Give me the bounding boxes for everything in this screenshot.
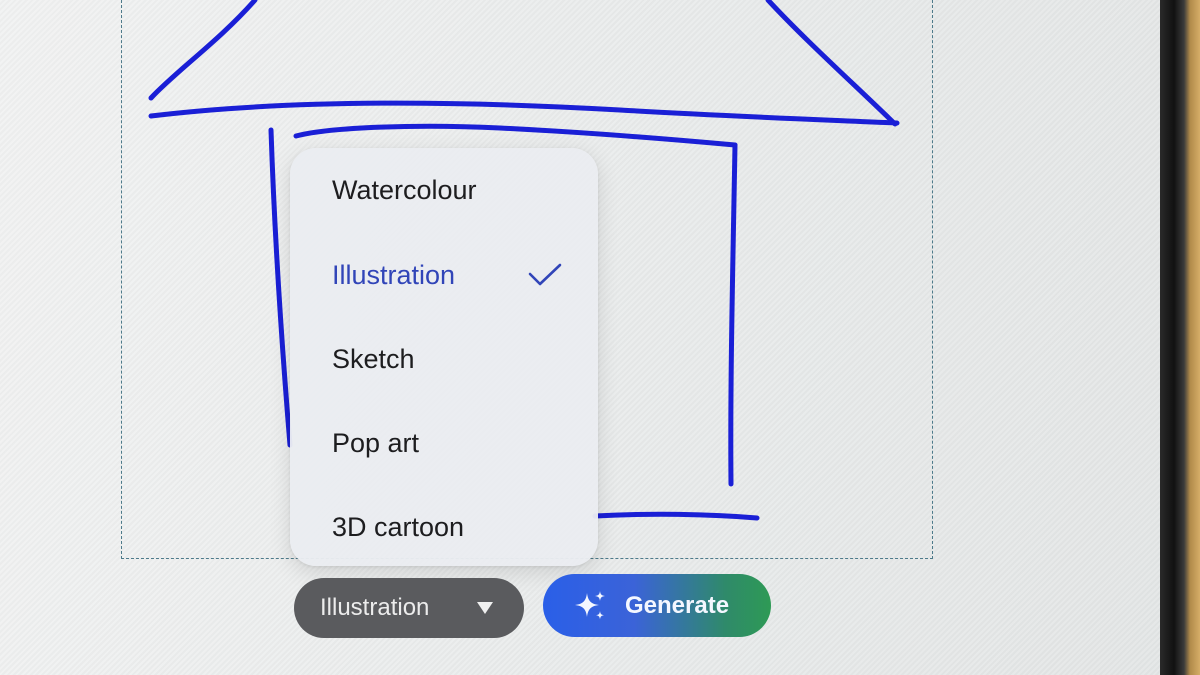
style-dropdown-button[interactable]: Illustration (294, 578, 524, 638)
roof-left-stroke (148, 0, 258, 101)
dropdown-arrow-icon (477, 602, 493, 614)
wall-top-stroke (293, 123, 738, 148)
wall-left-stroke (268, 127, 293, 448)
menu-item-watercolour[interactable]: Watercolour (332, 160, 562, 220)
roof-base-stroke (148, 100, 900, 126)
check-icon (528, 263, 562, 286)
menu-item-label: Illustration (332, 259, 456, 290)
menu-item-label: 3D cartoon (332, 511, 465, 542)
menu-item-label: Sketch (332, 343, 415, 374)
style-dropdown-value: Illustration (320, 594, 430, 621)
device-bezel (1160, 0, 1200, 675)
wall-right-stroke (728, 142, 738, 487)
menu-item-pop-art[interactable]: Pop art (332, 413, 562, 473)
generate-button[interactable]: Generate (543, 574, 771, 637)
floor-stroke (592, 511, 760, 521)
style-menu: Watercolour Illustration Sketch Pop art … (290, 148, 598, 566)
roof-right-stroke (765, 0, 898, 127)
menu-item-illustration[interactable]: Illustration (332, 245, 562, 305)
menu-item-sketch[interactable]: Sketch (332, 329, 562, 389)
generate-label: Generate (625, 591, 730, 619)
menu-item-label: Pop art (332, 427, 420, 458)
sparkle-icon (575, 590, 605, 619)
menu-item-3d-cartoon[interactable]: 3D cartoon (332, 497, 562, 557)
menu-item-label: Watercolour (332, 174, 477, 205)
